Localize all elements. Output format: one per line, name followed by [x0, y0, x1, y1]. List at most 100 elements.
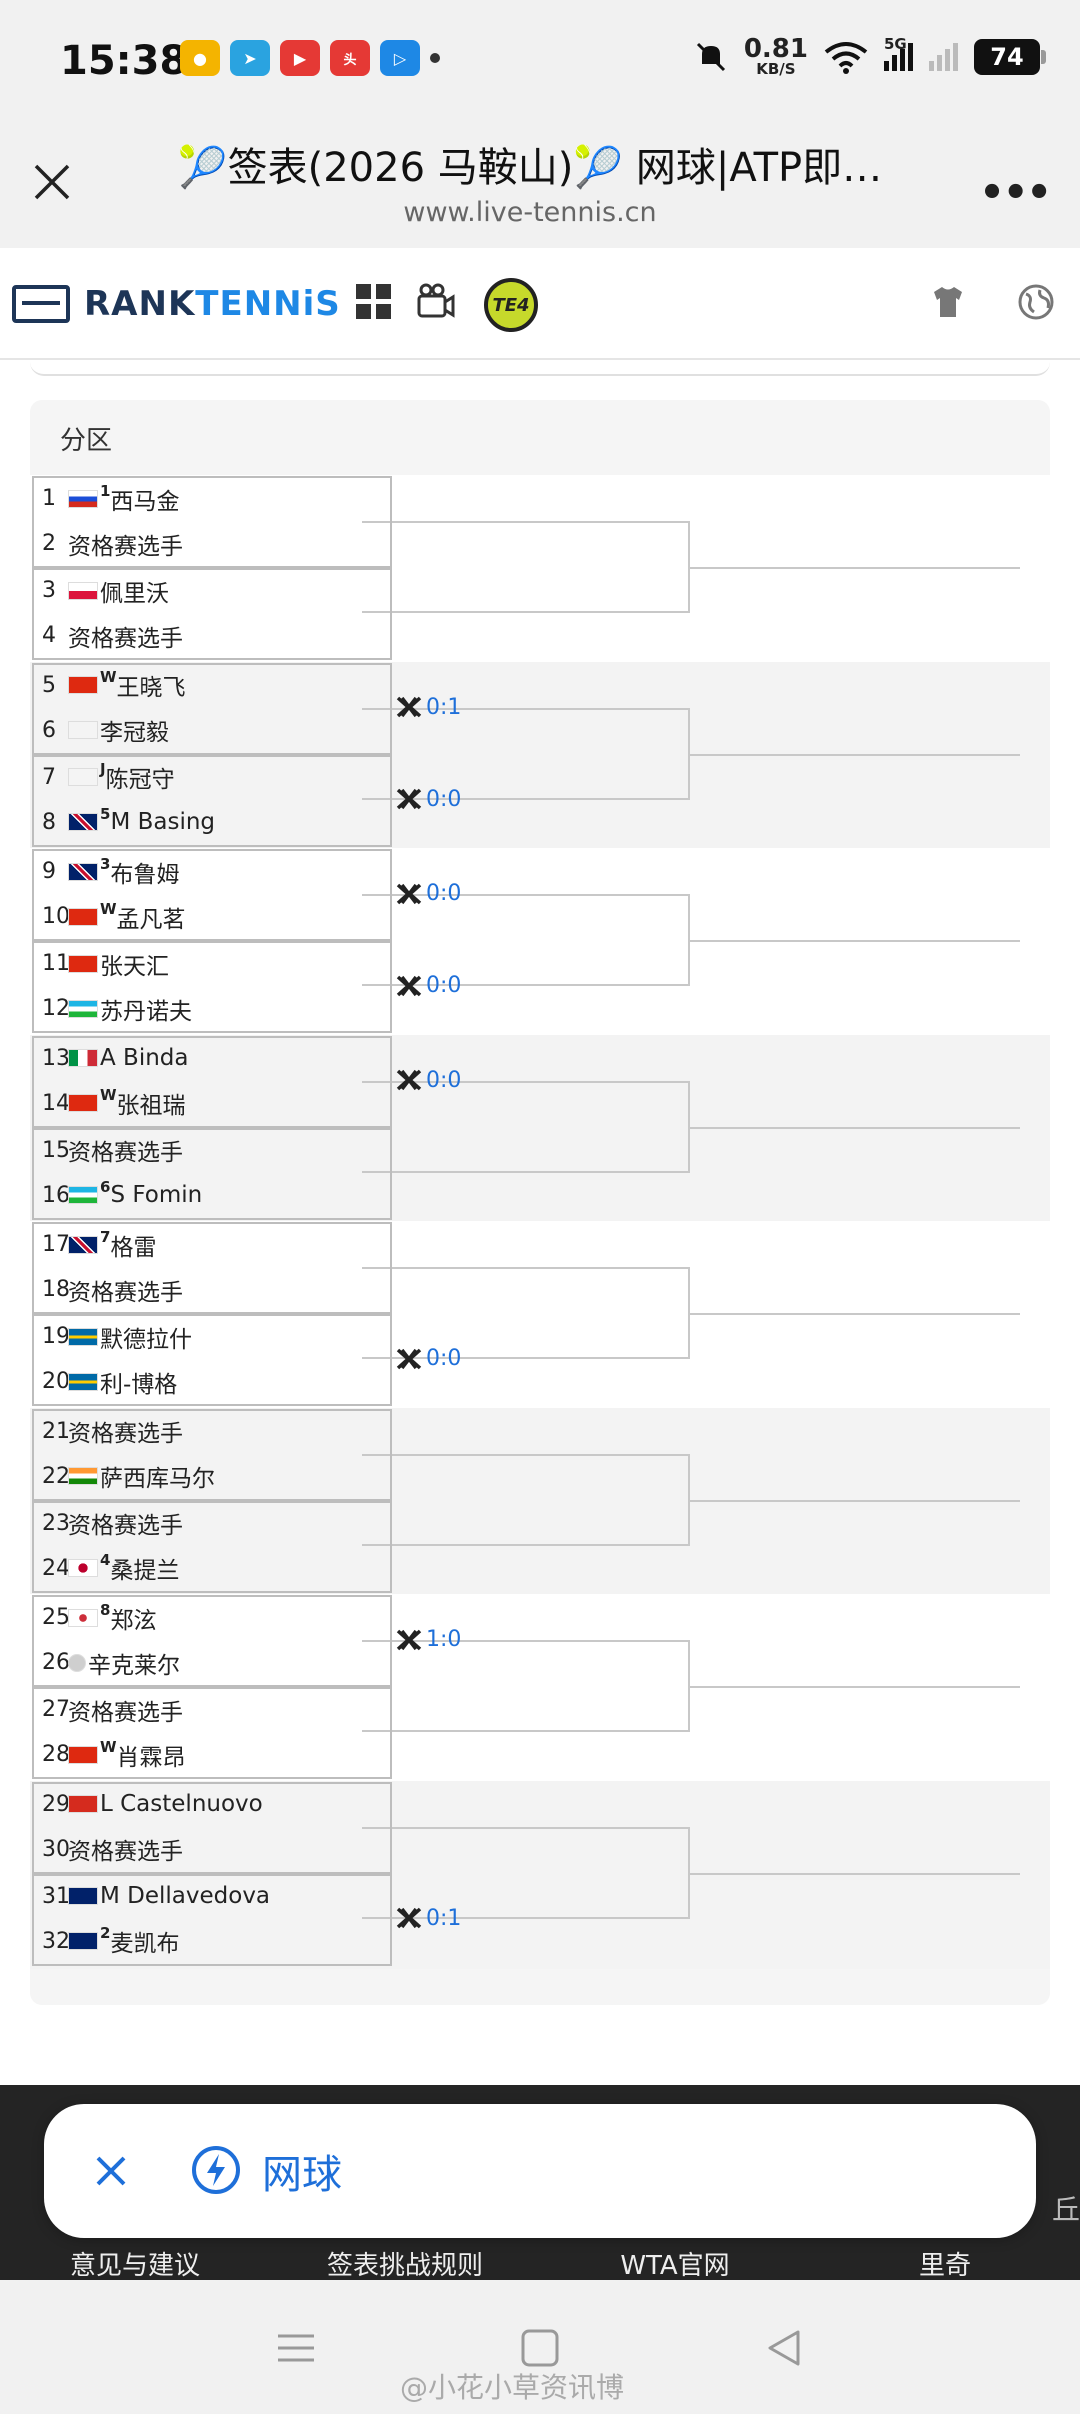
- player-name[interactable]: 郑泫: [110, 1601, 156, 1635]
- player-row[interactable]: 25 8 郑泫: [34, 1595, 390, 1640]
- player-name[interactable]: 资格赛选手: [68, 619, 183, 653]
- player-name[interactable]: 辛克莱尔: [88, 1646, 180, 1680]
- player-name[interactable]: 陈冠守: [106, 760, 175, 794]
- back-nav-icon[interactable]: [762, 2326, 806, 2370]
- weibo-icon: ●: [180, 40, 220, 76]
- player-row[interactable]: 28 W 肖霖昂: [34, 1732, 390, 1777]
- h2h-badge[interactable]: 0:0: [396, 787, 461, 812]
- te4-button[interactable]: TE4: [484, 278, 538, 332]
- toast-close-icon[interactable]: [84, 2144, 138, 2198]
- player-row[interactable]: 12 苏丹诺夫: [34, 986, 390, 1031]
- footer-link-feedback[interactable]: 意见与建议: [0, 2245, 270, 2282]
- player-name[interactable]: 王晓飞: [117, 668, 186, 702]
- player-name[interactable]: 默德拉什: [100, 1320, 192, 1354]
- player-name[interactable]: 资格赛选手: [68, 1506, 183, 1540]
- search-suggestion-toast[interactable]: 网球: [44, 2104, 1036, 2238]
- player-name[interactable]: L Castelnuovo: [100, 1791, 263, 1817]
- player-name[interactable]: 布鲁姆: [110, 855, 179, 889]
- signal-label: 5G: [884, 34, 907, 53]
- player-row[interactable]: 27 资格赛选手: [34, 1687, 390, 1732]
- player-row[interactable]: 18 资格赛选手: [34, 1267, 390, 1312]
- player-row[interactable]: 15 资格赛选手: [34, 1128, 390, 1173]
- mute-icon: [696, 42, 725, 71]
- h2h-badge[interactable]: 0:0: [396, 881, 461, 906]
- player-name[interactable]: 孟凡茗: [117, 900, 186, 934]
- h2h-badge[interactable]: 0:1: [396, 695, 461, 720]
- country-flag-icon: [68, 721, 98, 739]
- close-page-icon[interactable]: [30, 160, 74, 204]
- player-row[interactable]: 8 5M Basing: [34, 800, 390, 845]
- player-name[interactable]: 肖霖昂: [117, 1738, 186, 1772]
- player-row[interactable]: 22 萨西库马尔: [34, 1454, 390, 1499]
- more-menu-button[interactable]: •••: [979, 170, 1052, 216]
- player-name[interactable]: 李冠毅: [100, 713, 169, 747]
- player-row[interactable]: 31 M Dellavedova: [34, 1874, 390, 1919]
- player-name[interactable]: 张天汇: [100, 947, 169, 981]
- player-name[interactable]: 西马金: [110, 482, 179, 516]
- player-name[interactable]: M Dellavedova: [100, 1883, 270, 1909]
- player-row[interactable]: 17 7 格雷: [34, 1222, 390, 1267]
- player-name[interactable]: 桑提兰: [110, 1551, 179, 1585]
- draw-position: 6: [42, 717, 56, 743]
- footer-link-more[interactable]: 里奇: [810, 2245, 1080, 2282]
- player-name[interactable]: 麦凯布: [110, 1924, 179, 1958]
- player-row[interactable]: 21 资格赛选手: [34, 1409, 390, 1454]
- player-name[interactable]: 苏丹诺夫: [100, 992, 192, 1026]
- h2h-badge[interactable]: 0:0: [396, 973, 461, 998]
- player-row[interactable]: 26 辛克莱尔: [34, 1640, 390, 1685]
- player-row[interactable]: 30 资格赛选手: [34, 1827, 390, 1872]
- home-nav-icon[interactable]: [518, 2326, 562, 2370]
- player-name[interactable]: 资格赛选手: [68, 1133, 183, 1167]
- h2h-badge[interactable]: 1:0: [396, 1627, 461, 1652]
- player-row[interactable]: 13 A Binda: [34, 1036, 390, 1081]
- player-name[interactable]: 张祖瑞: [117, 1086, 186, 1120]
- page-url[interactable]: www.live-tennis.cn: [150, 197, 910, 228]
- player-name[interactable]: 佩里沃: [100, 574, 169, 608]
- player-name[interactable]: M Basing: [110, 809, 215, 835]
- menu-nav-icon[interactable]: [274, 2326, 318, 2370]
- player-row[interactable]: 3 佩里沃: [34, 568, 390, 613]
- player-row[interactable]: 4 资格赛选手: [34, 613, 390, 658]
- video-camera-icon[interactable]: [416, 282, 456, 322]
- player-row[interactable]: 19 默德拉什: [34, 1314, 390, 1359]
- watermark: @小花小草资讯博: [400, 2371, 625, 2404]
- player-row[interactable]: 7 J 陈冠守: [34, 755, 390, 800]
- round2-bracket-line: [362, 1453, 690, 1546]
- player-name[interactable]: 资格赛选手: [68, 1273, 183, 1307]
- player-name[interactable]: 利-博格: [100, 1365, 177, 1399]
- player-name[interactable]: 萨西库马尔: [100, 1459, 215, 1493]
- footer-link-rules[interactable]: 签表挑战规则: [270, 2245, 540, 2282]
- globe-icon[interactable]: [1016, 282, 1056, 322]
- player-name[interactable]: 资格赛选手: [68, 1414, 183, 1448]
- player-name[interactable]: 格雷: [110, 1228, 156, 1262]
- player-row[interactable]: 14 W 张祖瑞: [34, 1081, 390, 1126]
- seed-label: W: [100, 1086, 117, 1104]
- h2h-badge[interactable]: 0:0: [396, 1068, 461, 1093]
- player-row[interactable]: 23 资格赛选手: [34, 1501, 390, 1546]
- player-row[interactable]: 29 L Castelnuovo: [34, 1782, 390, 1827]
- shirt-icon[interactable]: [928, 282, 968, 322]
- ranktennis-logo[interactable]: RANKTENNiS: [12, 284, 341, 324]
- player-row[interactable]: 32 2 麦凯布: [34, 1919, 390, 1964]
- h2h-badge[interactable]: 0:0: [396, 1346, 461, 1371]
- player-name[interactable]: A Binda: [100, 1045, 189, 1071]
- player-name[interactable]: 资格赛选手: [68, 1693, 183, 1727]
- h2h-score: 0:1: [426, 694, 462, 720]
- player-name[interactable]: S Fomin: [110, 1182, 202, 1208]
- player-row[interactable]: 5 W 王晓飞: [34, 663, 390, 708]
- player-row[interactable]: 20 利-博格: [34, 1359, 390, 1404]
- footer-link-wta[interactable]: WTA官网: [540, 2245, 810, 2282]
- player-row[interactable]: 10 W 孟凡茗: [34, 894, 390, 939]
- player-name[interactable]: 资格赛选手: [68, 1832, 183, 1866]
- player-name[interactable]: 资格赛选手: [68, 527, 183, 561]
- h2h-badge[interactable]: 0:1: [396, 1906, 461, 1931]
- player-row[interactable]: 1 1 西马金: [34, 476, 390, 521]
- player-row[interactable]: 9 3 布鲁姆: [34, 849, 390, 894]
- toast-label[interactable]: 网球: [262, 2142, 342, 2200]
- player-row[interactable]: 11 张天汇: [34, 941, 390, 986]
- player-row[interactable]: 16 6 S Fomin: [34, 1173, 390, 1218]
- player-row[interactable]: 2 资格赛选手: [34, 521, 390, 566]
- grid-menu-icon[interactable]: [354, 282, 394, 322]
- player-row[interactable]: 24 4 桑提兰: [34, 1546, 390, 1591]
- player-row[interactable]: 6 李冠毅: [34, 708, 390, 753]
